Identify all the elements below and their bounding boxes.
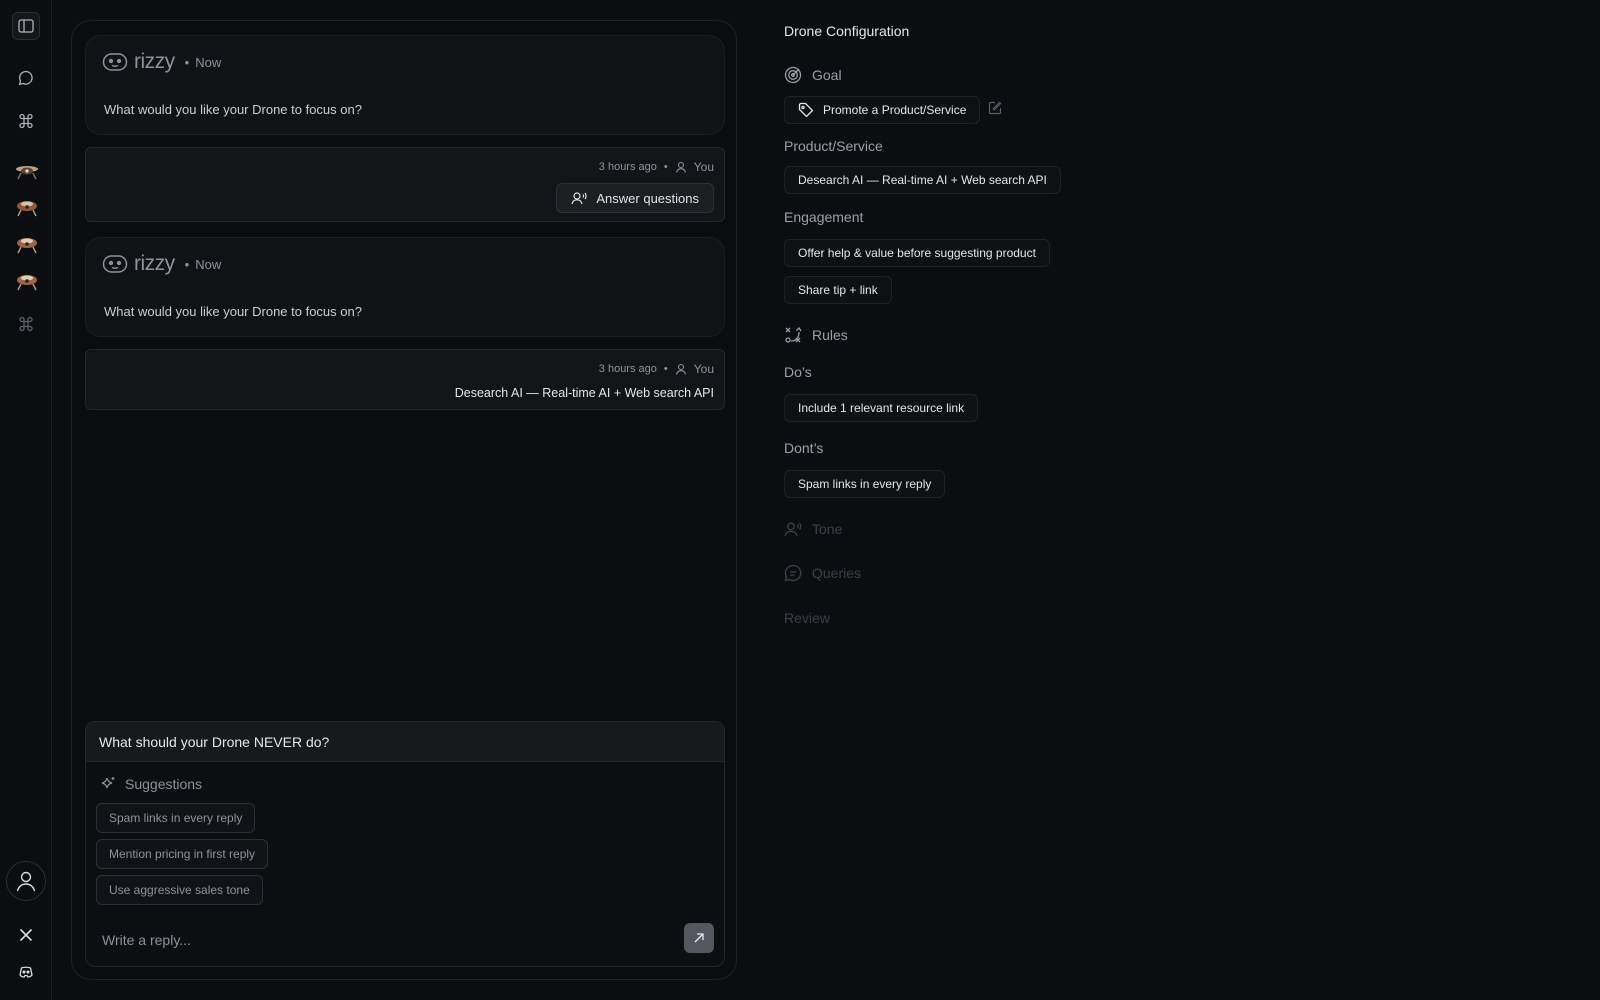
left-rail bbox=[0, 0, 52, 1000]
message-author: You bbox=[693, 160, 714, 174]
message-time: 3 hours ago bbox=[598, 161, 657, 173]
composer-question: What should your Drone NEVER do? bbox=[86, 722, 724, 762]
target-icon bbox=[784, 66, 802, 84]
bot-question: What would you like your Drone to focus … bbox=[104, 102, 362, 117]
command-icon[interactable] bbox=[12, 107, 40, 135]
bot-message: rizzy • Now What would you like your Dro… bbox=[85, 35, 725, 135]
chat-panel: rizzy • Now What would you like your Dro… bbox=[71, 20, 737, 980]
section-label: Rules bbox=[812, 327, 848, 343]
donts-label: Dont’s bbox=[784, 440, 824, 456]
user-icon[interactable] bbox=[6, 861, 46, 901]
config-title: Drone Configuration bbox=[784, 23, 910, 39]
chat-icon[interactable] bbox=[12, 64, 40, 92]
tag-icon bbox=[798, 102, 814, 118]
separator-dot: • bbox=[184, 256, 190, 272]
section-label: Tone bbox=[812, 521, 843, 537]
message-author: You bbox=[693, 362, 714, 376]
dos-value[interactable]: Include 1 relevant resource link bbox=[784, 394, 979, 422]
bot-question: What would you like your Drone to focus … bbox=[104, 304, 362, 319]
section-review[interactable]: Review bbox=[784, 610, 830, 626]
voice-person-icon bbox=[784, 522, 802, 537]
reply-input[interactable]: Write a reply... bbox=[102, 932, 191, 948]
bot-name: rizzy bbox=[134, 50, 175, 73]
drone-avatar-3[interactable] bbox=[14, 236, 40, 258]
section-tone[interactable]: Tone bbox=[784, 521, 842, 537]
reply-composer: What should your Drone NEVER do? Suggest… bbox=[85, 721, 725, 967]
voice-person-icon bbox=[571, 192, 588, 205]
message-time: 3 hours ago bbox=[598, 363, 657, 375]
message-lines-icon bbox=[784, 564, 802, 582]
sidebar-toggle-icon[interactable] bbox=[12, 12, 40, 40]
drone-configuration-panel: Drone Configuration Goal Promote a Produ… bbox=[784, 0, 1284, 640]
send-button[interactable] bbox=[684, 923, 714, 953]
sparkle-icon bbox=[101, 777, 115, 789]
user-message: 3 hours ago • You Answer questions bbox=[85, 147, 725, 222]
section-label: Goal bbox=[812, 67, 842, 83]
bot-message: rizzy • Now What would you like your Dro… bbox=[85, 237, 725, 337]
donts-value[interactable]: Spam links in every reply bbox=[784, 470, 946, 498]
separator-dot: • bbox=[663, 363, 668, 375]
product-label: Product/Service bbox=[784, 138, 883, 154]
answer-questions-label: Answer questions bbox=[596, 190, 699, 206]
command-icon-dim[interactable] bbox=[12, 310, 40, 338]
person-icon bbox=[675, 161, 686, 173]
suggestions-label: Suggestions bbox=[125, 776, 203, 792]
section-label: Queries bbox=[812, 565, 862, 581]
user-message-text: Desearch AI — Real-time AI + Web search … bbox=[454, 386, 714, 400]
message-time: Now bbox=[195, 256, 222, 272]
separator-dot: • bbox=[663, 161, 668, 173]
message-time: Now bbox=[195, 54, 222, 70]
separator-dot: • bbox=[184, 54, 190, 70]
section-goal: Goal bbox=[784, 66, 842, 84]
bot-name: rizzy bbox=[134, 252, 175, 275]
arrow-up-right-icon bbox=[694, 933, 704, 943]
x-logo-icon[interactable] bbox=[12, 921, 40, 949]
section-rules: Rules bbox=[784, 326, 848, 344]
answer-questions-button[interactable]: Answer questions bbox=[556, 183, 714, 213]
person-icon bbox=[675, 363, 686, 375]
dos-label: Do’s bbox=[784, 364, 812, 380]
discord-icon[interactable] bbox=[12, 958, 40, 986]
suggestion-chip[interactable]: Spam links in every reply bbox=[96, 803, 256, 833]
drone-avatar-2[interactable] bbox=[14, 199, 40, 221]
suggestion-chip[interactable]: Use aggressive sales tone bbox=[96, 875, 263, 905]
rizzy-logo-icon bbox=[102, 53, 128, 71]
rizzy-logo-icon bbox=[102, 255, 128, 273]
engagement-value[interactable]: Offer help & value before suggesting pro… bbox=[784, 239, 1050, 267]
drone-avatar-1[interactable] bbox=[14, 163, 40, 185]
engagement-value[interactable]: Share tip + link bbox=[784, 276, 892, 304]
edit-goal-icon[interactable] bbox=[984, 97, 1006, 119]
product-value[interactable]: Desearch AI — Real-time AI + Web search … bbox=[784, 166, 1061, 194]
drone-avatar-4[interactable] bbox=[14, 273, 40, 295]
section-queries[interactable]: Queries bbox=[784, 564, 861, 582]
rules-strategy-icon bbox=[785, 326, 802, 343]
suggestion-chip[interactable]: Mention pricing in first reply bbox=[96, 839, 269, 869]
engagement-label: Engagement bbox=[784, 209, 864, 225]
goal-value[interactable]: Promote a Product/Service bbox=[784, 96, 981, 124]
goal-value-text: Promote a Product/Service bbox=[823, 103, 967, 117]
user-message: 3 hours ago • You Desearch AI — Real-tim… bbox=[85, 349, 725, 410]
